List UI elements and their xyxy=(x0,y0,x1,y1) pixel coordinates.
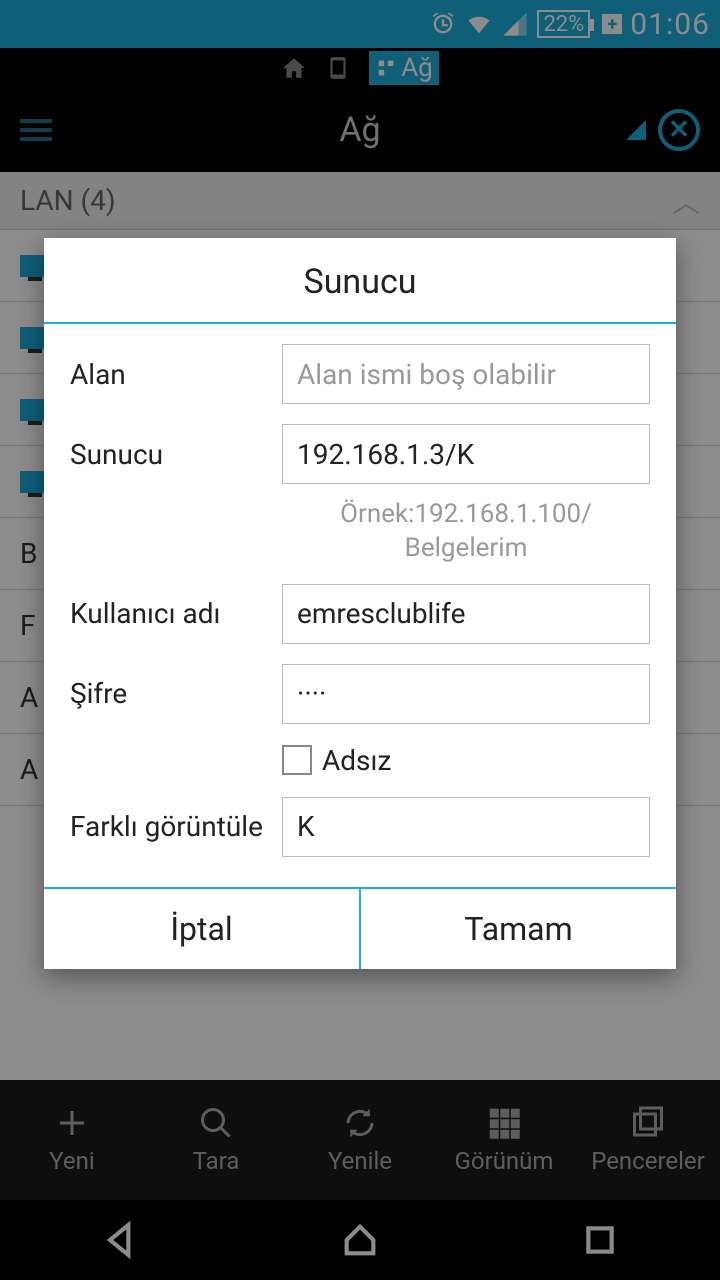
domain-input[interactable] xyxy=(282,344,650,404)
display-as-label: Farklı görüntüle xyxy=(70,810,270,843)
ok-button[interactable]: Tamam xyxy=(361,889,676,969)
username-input[interactable] xyxy=(282,584,650,644)
server-hint: Örnek:192.168.1.100/ Belgelerim xyxy=(282,498,650,566)
server-label: Sunucu xyxy=(70,438,270,471)
server-dialog: Sunucu Alan Sunucu Örnek:192.168.1.100/ … xyxy=(44,238,676,969)
cancel-button[interactable]: İptal xyxy=(44,889,361,969)
display-as-input[interactable] xyxy=(282,797,650,857)
anonymous-label: Adsız xyxy=(322,744,391,777)
anonymous-checkbox-row[interactable]: Adsız xyxy=(282,744,650,777)
dialog-title: Sunucu xyxy=(44,238,676,324)
password-input[interactable] xyxy=(282,664,650,724)
password-label: Şifre xyxy=(70,677,270,710)
username-label: Kullanıcı adı xyxy=(70,597,270,630)
anonymous-checkbox[interactable] xyxy=(282,745,312,775)
server-input[interactable] xyxy=(282,424,650,484)
domain-label: Alan xyxy=(70,358,270,391)
